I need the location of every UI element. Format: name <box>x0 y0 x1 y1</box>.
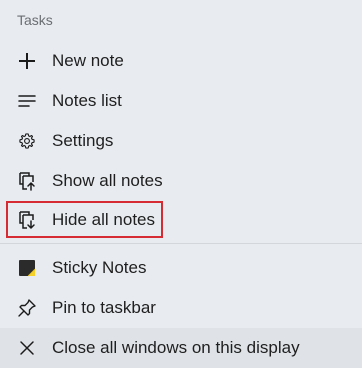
menu-item-label: Show all notes <box>52 171 163 190</box>
pin-icon <box>15 296 39 320</box>
menu-item-show-all-notes[interactable]: Show all notes <box>0 161 362 201</box>
menu-item-label: New note <box>52 51 124 70</box>
sticky-notes-app-icon <box>15 256 39 280</box>
jump-list-menu: Tasks New note Notes list Settings Show … <box>0 0 362 368</box>
menu-item-close-all-windows[interactable]: Close all windows on this display <box>0 328 362 368</box>
menu-item-label: Close all windows on this display <box>52 338 300 357</box>
show-notes-icon <box>15 169 39 193</box>
menu-item-pin-to-taskbar[interactable]: Pin to taskbar <box>0 288 362 328</box>
menu-item-label: Pin to taskbar <box>52 298 156 317</box>
menu-item-settings[interactable]: Settings <box>0 121 362 161</box>
menu-item-notes-list[interactable]: Notes list <box>0 81 362 121</box>
gear-icon <box>15 129 39 153</box>
menu-item-label: Sticky Notes <box>52 258 147 277</box>
menu-item-sticky-notes-app[interactable]: Sticky Notes <box>0 248 362 288</box>
menu-item-label: Notes list <box>52 91 122 110</box>
menu-item-new-note[interactable]: New note <box>0 41 362 81</box>
list-icon <box>15 89 39 113</box>
plus-icon <box>15 49 39 73</box>
menu-item-label: Settings <box>52 131 114 150</box>
close-icon <box>15 336 39 360</box>
menu-divider <box>0 243 362 244</box>
highlight-annotation-box <box>6 201 163 238</box>
section-label-tasks: Tasks <box>17 12 53 28</box>
